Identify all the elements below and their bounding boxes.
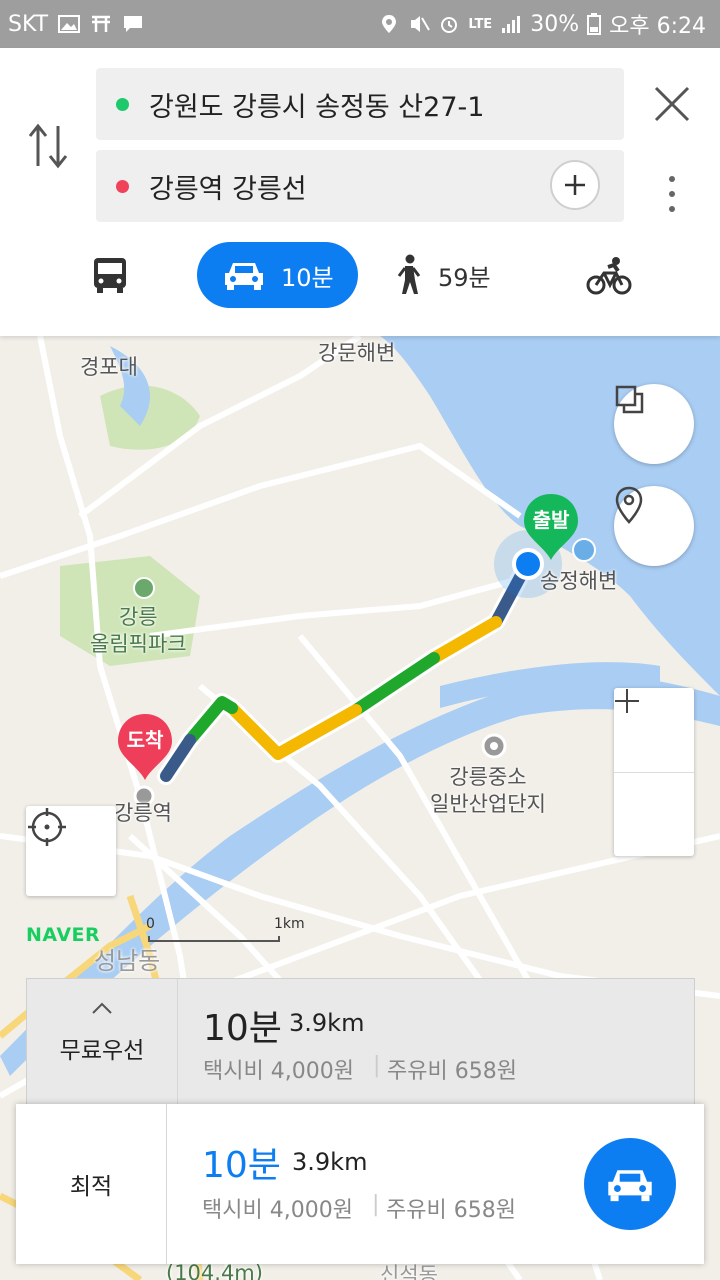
origin-text: 강원도 강릉시 송정동 산27-1 [149,91,485,123]
tab-car[interactable]: 10분 [197,242,358,308]
layers-icon [615,385,644,414]
car-icon [608,1170,652,1202]
destination-field[interactable]: 강릉역 강릉선 [96,150,624,222]
crosshair-icon [28,808,66,846]
location-icon [382,15,397,33]
map-label-songjeong-beach: 송정해변 [540,569,618,593]
route-search-panel: 강원도 강릉시 송정동 산27-1 강릉역 강릉선 10분 59분 [0,48,720,336]
map-label-seongnam: 성남동 [94,947,161,975]
route-optimal-taxi-fare: 택시비 4,000원 [202,1198,353,1223]
route-free-time: 10분 [203,1008,282,1049]
my-location-button[interactable] [26,806,116,896]
origin-dot [116,97,129,111]
end-pin[interactable]: 도착 [116,712,174,782]
destination-text: 강릉역 강릉선 [149,173,307,205]
route-option-optimal-label: 최적 [69,1174,113,1200]
walk-duration: 59분 [438,263,491,292]
car-duration: 10분 [281,263,334,292]
route-optimal-divider: | [372,1192,380,1217]
scale-bar: 0 1km [146,916,305,942]
gallery-icon [58,15,81,33]
destination-dot [116,179,129,193]
bike-icon [586,257,632,295]
status-bar: SKT LTE 30% 오후 6:24 [0,0,720,48]
carrier-label: SKT [8,11,49,37]
battery-percent: 30% [530,11,580,37]
route-optimal-time: 10분 [202,1145,281,1186]
network-type: LTE [468,16,493,32]
pin-outline-icon [615,486,643,524]
route-option-free-label-cell: 무료우선 [27,979,178,1109]
route-optimal-fuel-cost: 주유비 658원 [386,1198,516,1223]
route-free-taxi-fare: 택시비 4,000원 [203,1059,354,1084]
scale-one-km: 1km [274,916,305,932]
route-option-optimal[interactable]: 최적 10분 3.9km 택시비 4,000원 | 주유비 658원 [16,1104,704,1264]
route-free-fuel-cost: 주유비 658원 [387,1059,517,1084]
map-label-gangmun-beach: 강문해변 [318,341,396,365]
route-option-optimal-label-cell: 최적 [16,1104,167,1264]
tab-walk[interactable]: 59분 [396,242,491,308]
close-icon[interactable] [650,82,694,126]
battery-icon [587,13,602,35]
swap-icon[interactable] [26,120,70,172]
bus-icon [94,258,126,293]
naver-logo: NAVER [26,924,101,946]
walk-icon [397,254,421,294]
route-optimal-distance: 3.9km [292,1148,368,1176]
route-free-distance: 3.9km [289,1009,365,1037]
route-free-divider: | [373,1053,381,1078]
vibrate-mute-icon [411,16,431,32]
transport-mode-tabs: 10분 59분 [0,242,720,310]
car-icon [225,263,263,290]
message-icon [124,16,143,32]
map-label-olympic-park: 강릉 올림픽파크 [90,605,187,656]
map-label-industrial-complex: 강릉중소 일반산업단지 [430,765,546,816]
scale-zero: 0 [146,916,155,932]
add-waypoint-button[interactable] [550,160,600,210]
tab-bike[interactable] [586,242,632,308]
more-options-icon[interactable] [662,174,682,214]
layers-button[interactable] [614,384,694,464]
alarm-icon [441,17,458,33]
map-label-sinseok: 신석동 [380,1263,438,1280]
route-option-free[interactable]: 무료우선 10분 3.9km 택시비 4,000원 | 주유비 658원 [26,978,695,1110]
start-pin[interactable]: 출발 [522,492,580,562]
zoom-controls [614,688,694,856]
clock: 오후 6:24 [609,14,706,39]
signal-icon [502,16,521,33]
chevron-up-icon[interactable] [91,1001,113,1015]
map-label-gangneung-station: 강릉역 [114,801,172,825]
minus-icon [615,700,639,702]
route-option-free-label: 무료우선 [59,1038,145,1064]
origin-field[interactable]: 강원도 강릉시 송정동 산27-1 [96,68,624,140]
start-navigation-button[interactable] [584,1138,676,1230]
tab-transit[interactable] [92,242,128,308]
t-app-icon [92,15,111,32]
scale-line [148,936,280,942]
place-button[interactable] [614,486,694,566]
map-label-gyeongpodae: 경포대 [80,355,138,379]
end-pin-label: 도착 [126,728,164,752]
start-pin-label: 출발 [532,508,570,532]
zoom-out-button[interactable] [614,700,694,857]
plus-icon [565,175,585,195]
